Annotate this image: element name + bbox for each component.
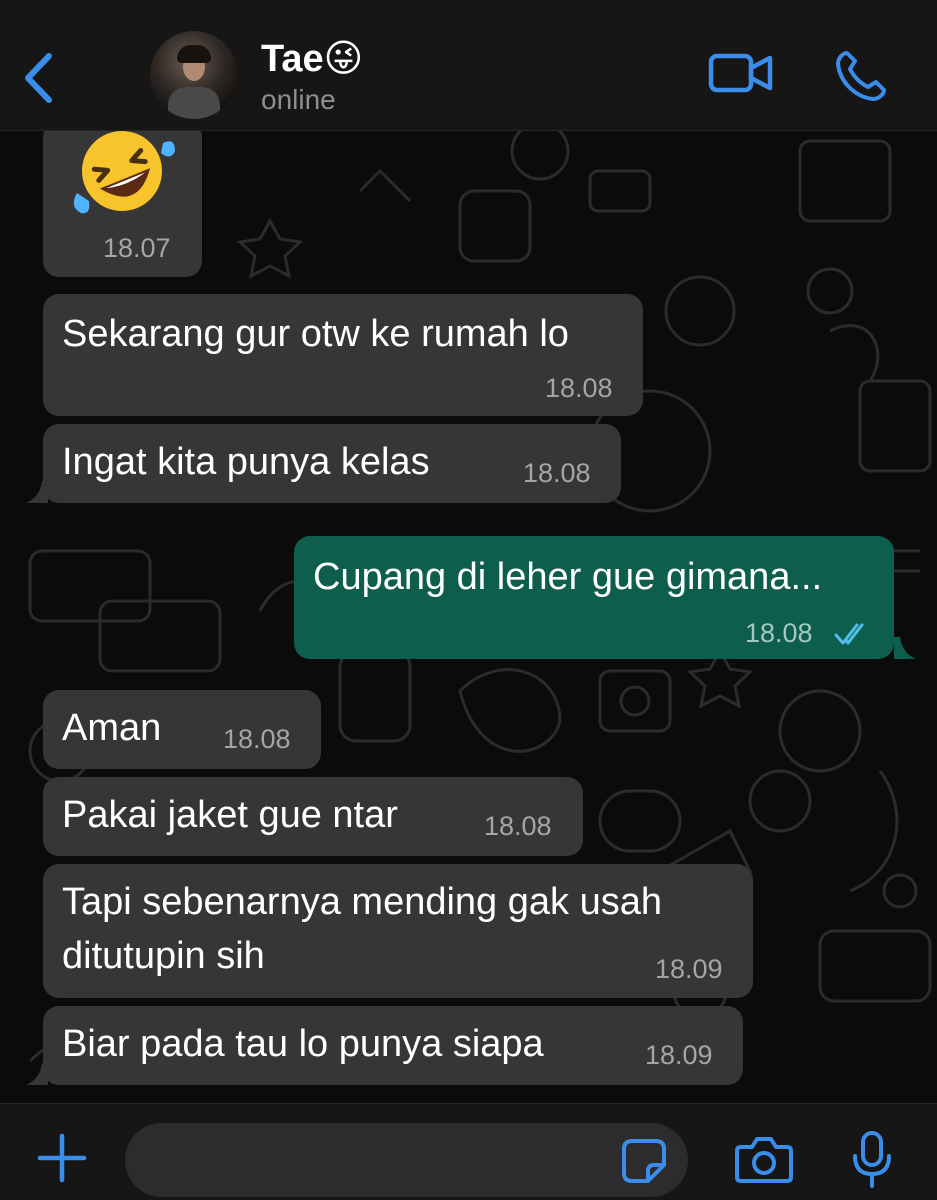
- message-text: Pakai jaket gue ntar: [62, 794, 398, 836]
- chat-header: Tae😜 online: [0, 0, 937, 131]
- message-bubble[interactable]: Sekarang gur otw ke rumah lo 18.08: [43, 294, 643, 416]
- message-bubble[interactable]: 18.07: [43, 131, 202, 277]
- bubble-tail: [894, 637, 916, 659]
- rolling-on-floor-laughing-emoji: [73, 131, 175, 214]
- video-camera-icon[interactable]: [708, 49, 774, 97]
- plus-icon[interactable]: [36, 1132, 88, 1184]
- message-bubble[interactable]: Biar pada tau lo punya siapa 18.09: [43, 1006, 743, 1085]
- contact-status: online: [261, 84, 336, 115]
- message-time: 18.08: [223, 724, 291, 754]
- phone-icon[interactable]: [834, 49, 888, 103]
- message-text: Aman: [62, 707, 162, 749]
- message-bubble-outgoing[interactable]: Cupang di leher gue gimana... 18.08: [294, 536, 894, 659]
- avatar[interactable]: [150, 31, 238, 119]
- chevron-left-icon[interactable]: [18, 48, 58, 108]
- message-text-line: ditutupin sih: [62, 935, 265, 977]
- message-bubble[interactable]: Pakai jaket gue ntar 18.08: [43, 777, 583, 856]
- message-text: Ingat kita punya kelas: [62, 441, 430, 483]
- message-composer: [0, 1103, 937, 1200]
- message-text-line: Tapi sebenarnya mending gak usah: [62, 881, 662, 923]
- message-time: 18.08: [745, 618, 813, 648]
- message-text: Biar pada tau lo punya siapa: [62, 1023, 544, 1065]
- double-check-icon: [834, 623, 864, 645]
- camera-icon[interactable]: [735, 1135, 793, 1185]
- contact-name[interactable]: Tae😜: [261, 36, 363, 82]
- message-time: 18.08: [484, 811, 552, 841]
- microphone-icon[interactable]: [850, 1130, 894, 1190]
- message-time: 18.08: [545, 373, 613, 403]
- sticker-icon[interactable]: [620, 1137, 668, 1185]
- message-text: Cupang di leher gue gimana...: [313, 556, 823, 598]
- message-bubble[interactable]: Ingat kita punya kelas 18.08: [43, 424, 621, 503]
- message-time: 18.09: [645, 1040, 713, 1070]
- message-time: 18.07: [103, 233, 171, 263]
- message-time: 18.09: [655, 954, 723, 984]
- message-input[interactable]: [125, 1123, 688, 1197]
- message-bubble[interactable]: Tapi sebenarnya mending gak usah ditutup…: [43, 864, 753, 998]
- message-list[interactable]: 18.07 Sekarang gur otw ke rumah lo 18.08…: [0, 131, 937, 1103]
- message-bubble[interactable]: Aman 18.08: [43, 690, 321, 769]
- message-time: 18.08: [523, 458, 591, 488]
- message-text: Sekarang gur otw ke rumah lo: [62, 313, 569, 355]
